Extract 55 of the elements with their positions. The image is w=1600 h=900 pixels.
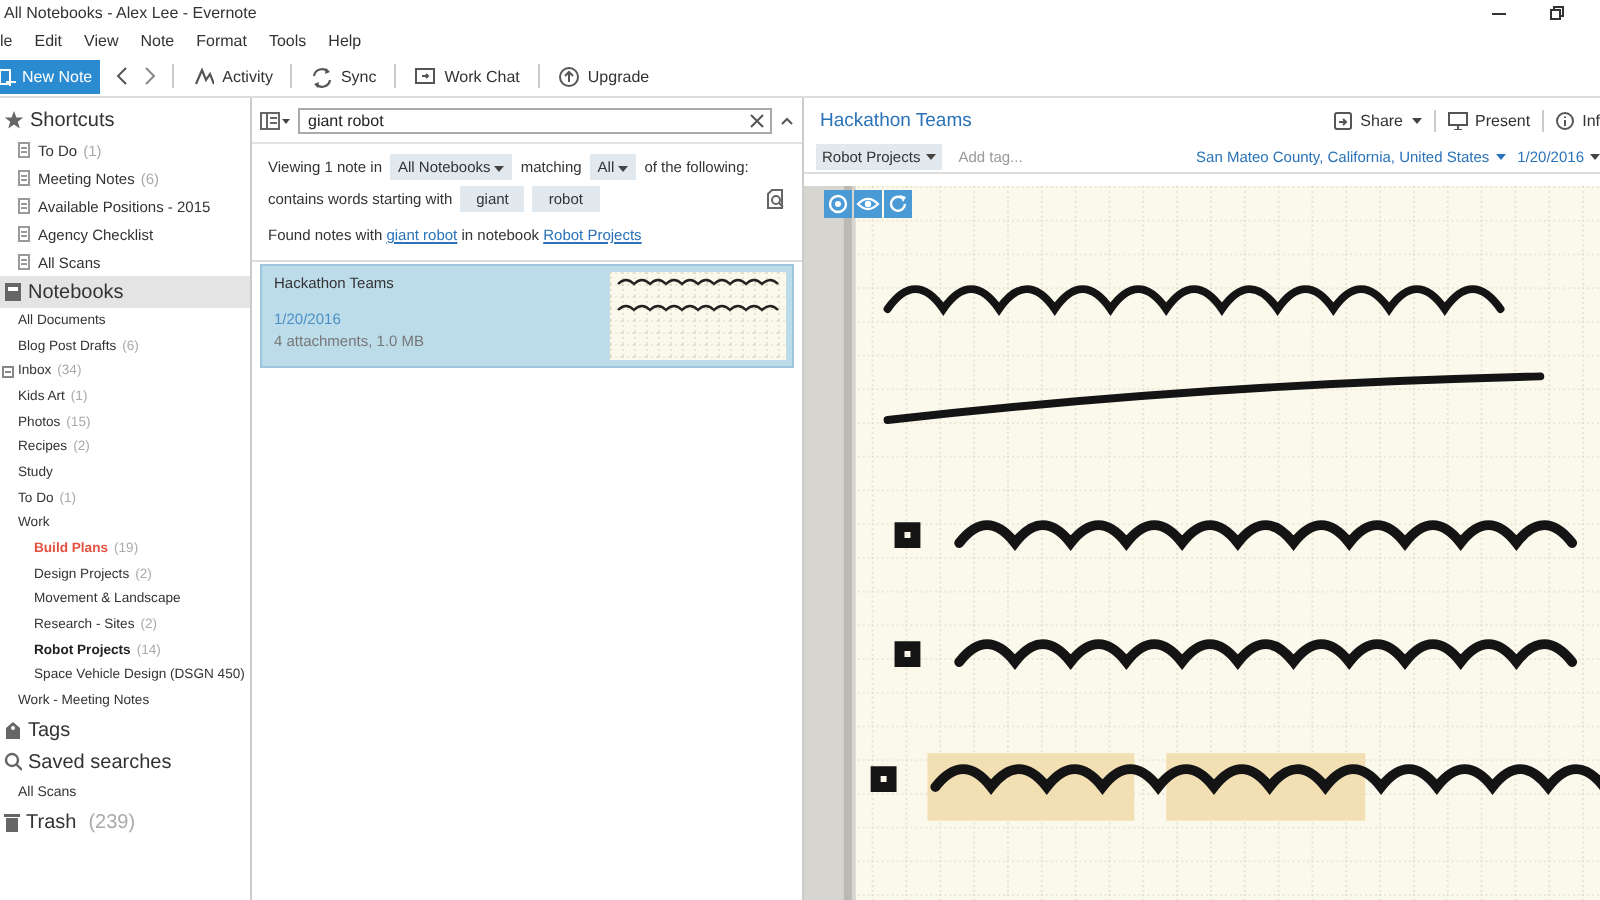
clear-icon[interactable] [750,113,764,127]
saved-searches-header[interactable]: Saved searches [0,746,250,778]
menu-item[interactable]: Format [196,32,247,50]
saved-search-icon[interactable] [766,187,786,209]
note-icon [18,254,30,270]
annotate-icon[interactable] [824,190,852,218]
caret-icon [494,165,505,171]
info-button[interactable]: Inf [1544,111,1600,129]
note-icon [18,198,30,214]
note-icon [18,226,30,242]
activity-button[interactable]: Activity [188,65,277,87]
note-title: Hackathon Teams [820,109,974,131]
activity-icon [192,65,215,87]
info-icon [1556,111,1575,129]
caret-icon [1590,154,1600,160]
menu-item[interactable]: Note [140,32,175,50]
view-icon[interactable] [854,190,882,218]
rotate-icon[interactable] [884,190,912,218]
note-icon [18,142,30,158]
search-field[interactable]: giant robot [298,107,772,133]
star-icon [4,110,24,130]
search-icon [4,752,22,772]
window-title: All Notebooks - Alex Lee - Evernote [4,4,259,22]
trash-header[interactable]: Trash (239) [0,806,250,838]
caret-icon [1495,154,1506,160]
share-button[interactable]: Share [1322,111,1434,129]
caret-icon [926,154,937,160]
menu-item[interactable]: Edit [34,32,63,50]
menu-item[interactable]: Tools [268,32,307,50]
upgrade-button[interactable]: Upgrade [553,65,654,87]
view-options-icon[interactable] [260,111,290,129]
new-note-button[interactable]: New Note [0,59,101,93]
sync-button[interactable]: Sync [306,65,381,87]
notebooks-header[interactable]: Notebooks [0,276,250,308]
tags-header[interactable]: Tags [0,714,250,746]
chat-icon [414,65,437,87]
menu-item[interactable]: Help [328,32,362,50]
shortcuts-header[interactable]: Shortcuts [0,104,250,136]
presentation-icon [1447,111,1468,129]
menu-item[interactable]: View [84,32,119,50]
tag-icon [4,720,22,740]
upgrade-icon [557,65,580,87]
caret-icon [618,165,629,171]
chat-button[interactable]: Work Chat [410,65,524,87]
present-button[interactable]: Present [1435,111,1543,129]
restore-icon[interactable] [1550,6,1564,20]
new-note-icon [0,67,16,85]
trash-icon [4,812,20,832]
notebook-icon [4,282,22,302]
note-icon [18,170,30,186]
caret-icon [1411,117,1422,123]
menu-item[interactable]: le [0,32,13,50]
collapse-icon[interactable] [2,365,14,378]
sync-icon [310,65,333,87]
share-icon [1334,111,1353,129]
